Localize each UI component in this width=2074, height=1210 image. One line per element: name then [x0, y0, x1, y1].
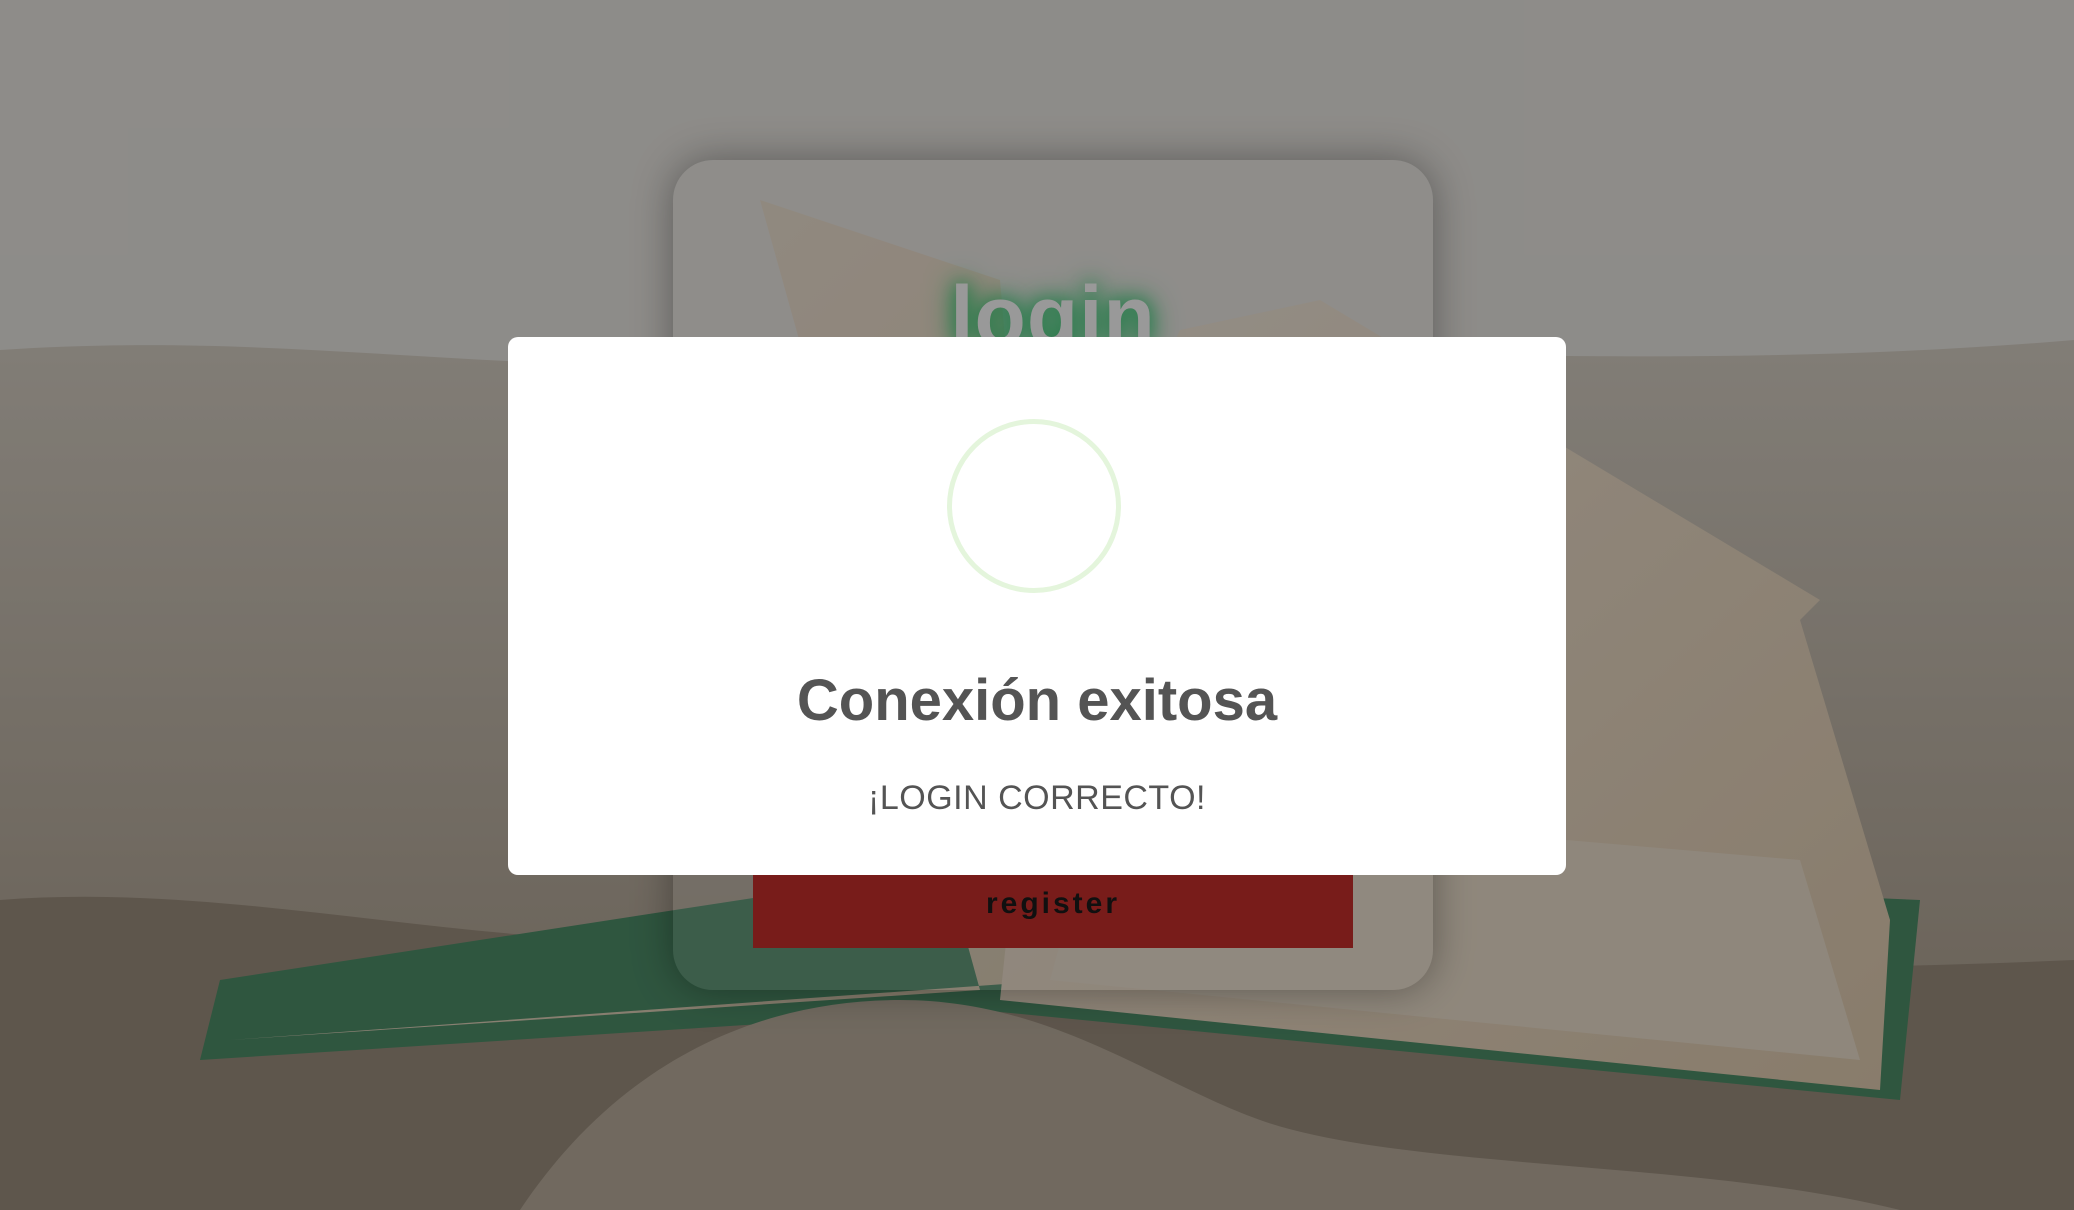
alert-message: ¡LOGIN CORRECTO! — [868, 779, 1206, 817]
alert-title: Conexión exitosa — [796, 668, 1278, 733]
alert-dialog: Conexión exitosa ¡LOGIN CORRECTO! — [508, 337, 1566, 875]
page-stage: login register Conexión exitosa ¡LOGIN C… — [0, 0, 2074, 1210]
success-circle-icon — [947, 419, 1121, 593]
